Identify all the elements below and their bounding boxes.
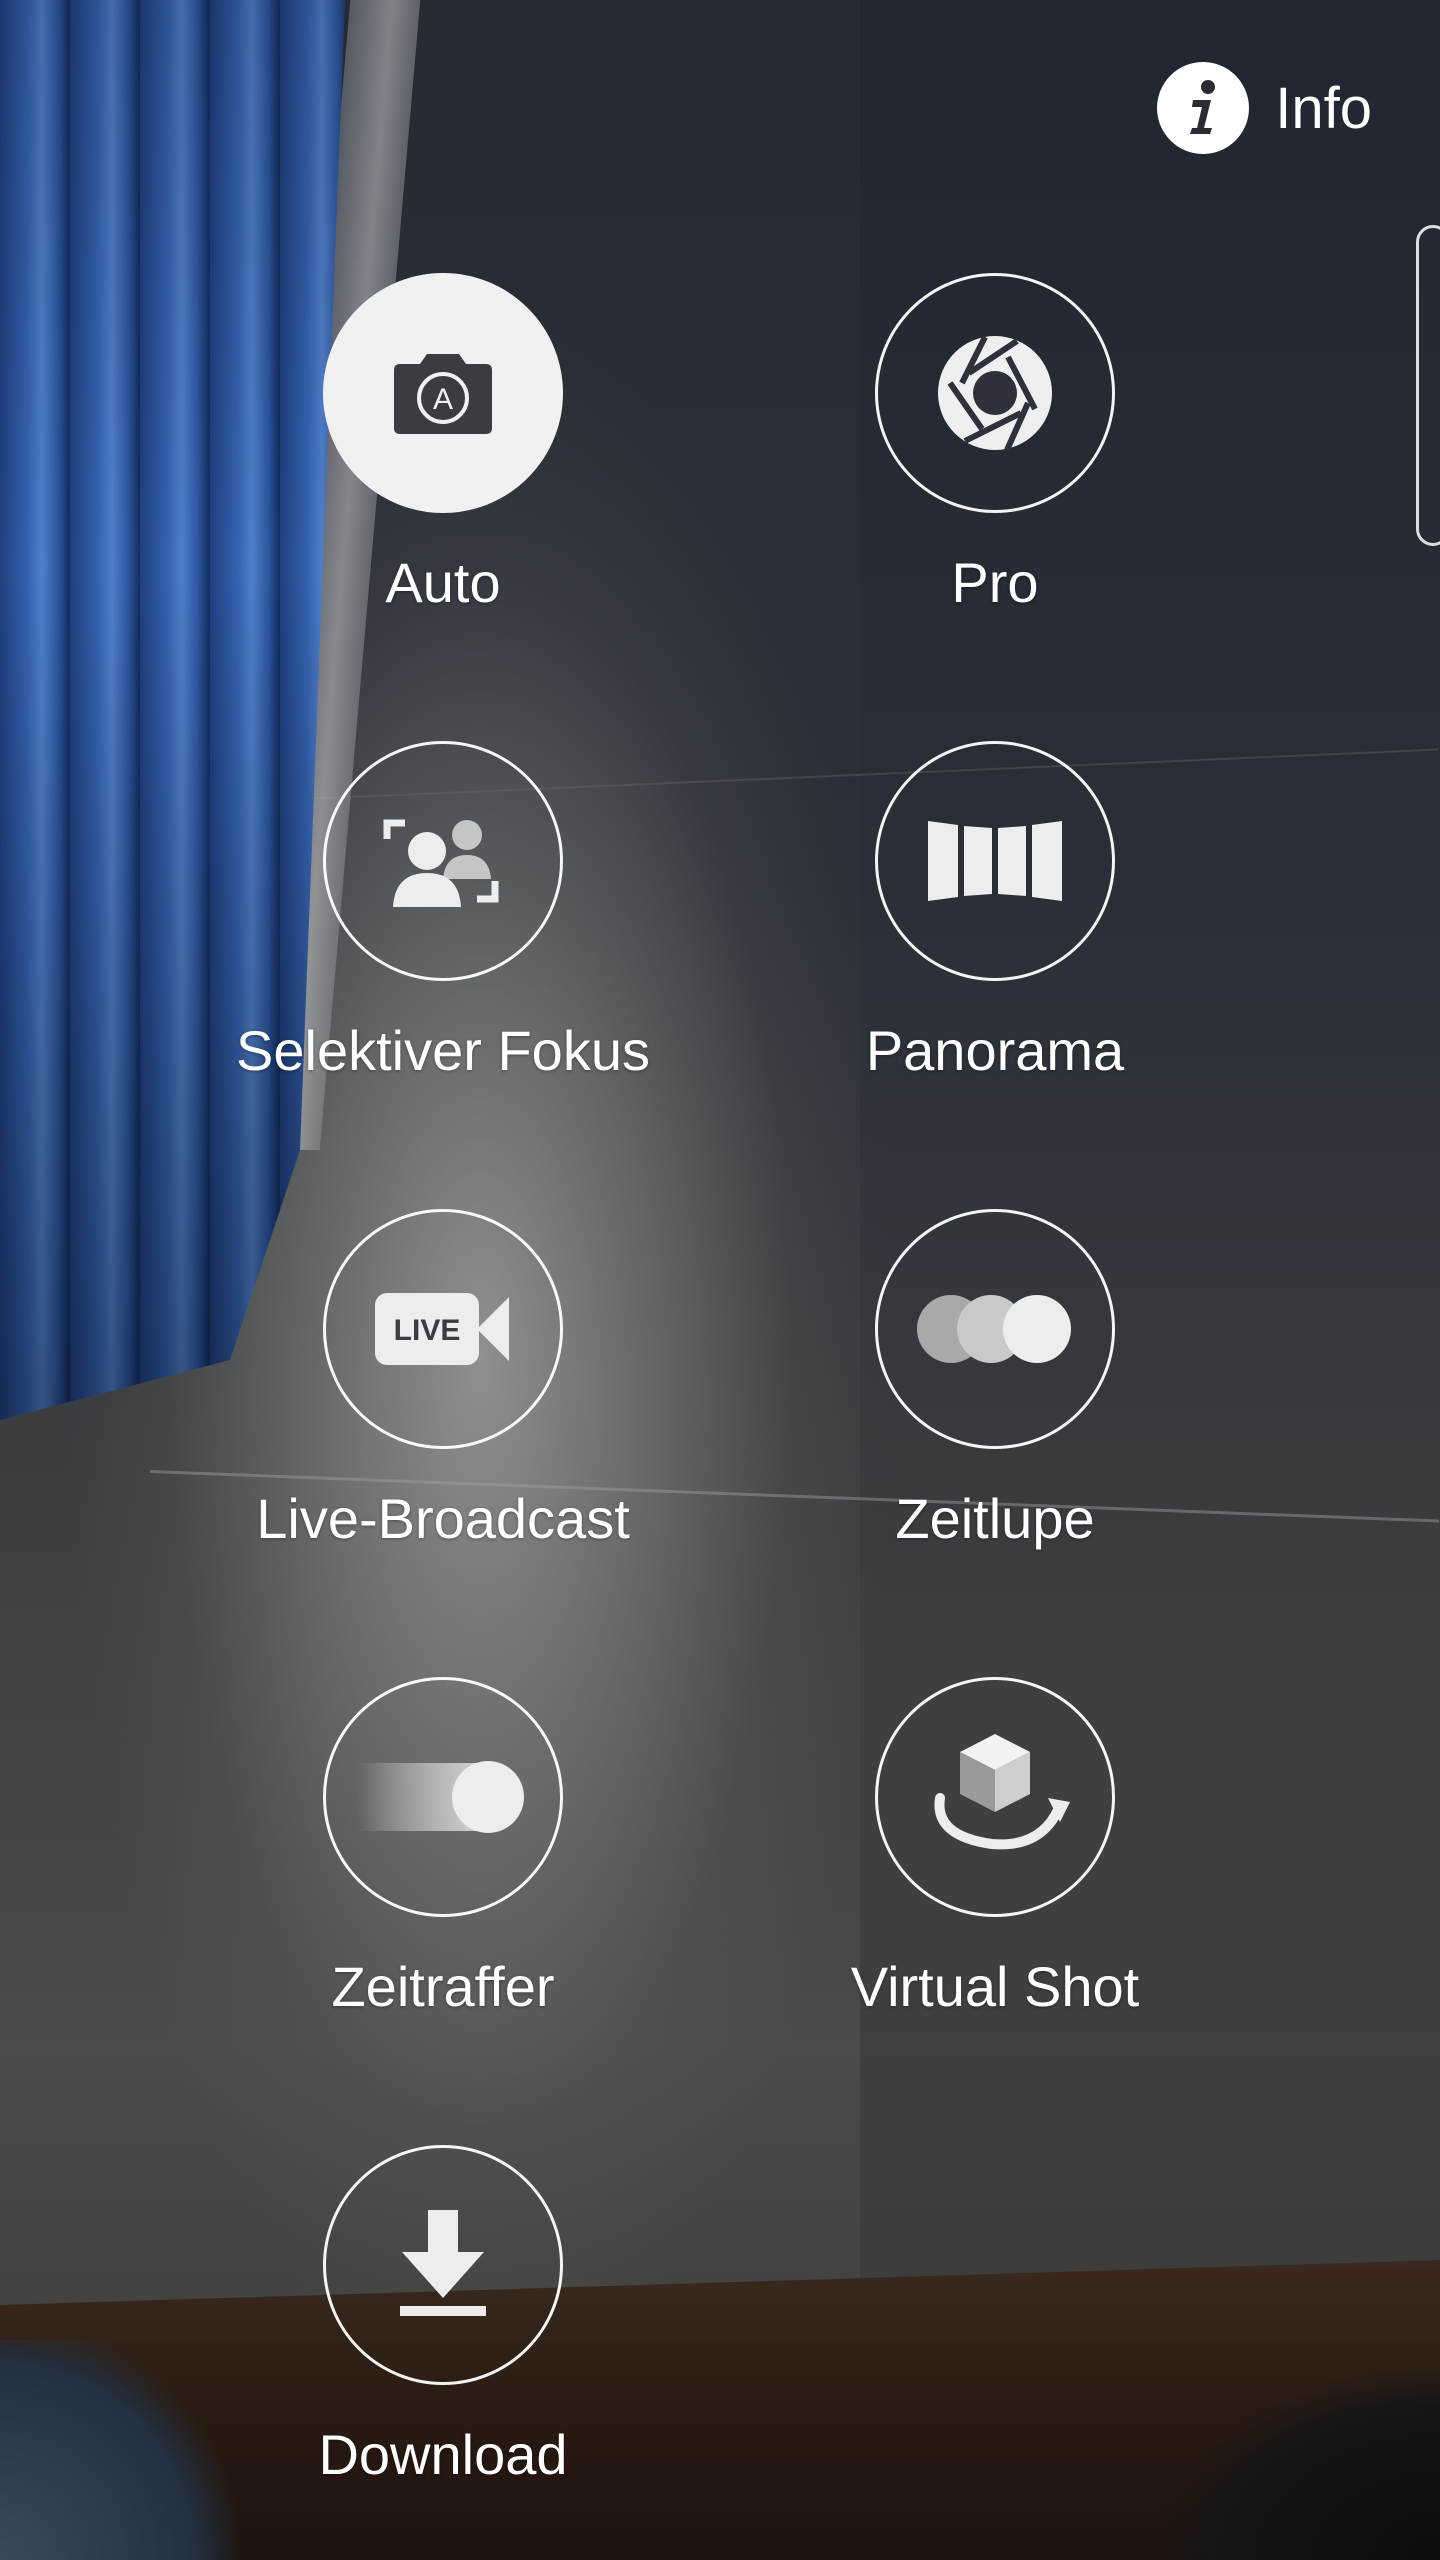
mode-virtual-shot[interactable]: Virtual Shot — [715, 1677, 1275, 2019]
mode-selective-focus-circle[interactable] — [323, 741, 563, 981]
mode-label: Selektiver Fokus — [236, 1019, 650, 1082]
live-video-icon: LIVE — [375, 1293, 509, 1365]
mode-panorama-circle[interactable] — [875, 741, 1115, 981]
mode-panorama[interactable]: Panorama — [715, 741, 1275, 1083]
virtual-shot-icon — [934, 1734, 1070, 1850]
mode-hyperlapse-circle[interactable] — [323, 1677, 563, 1917]
mode-label: Zeitlupe — [895, 1487, 1095, 1550]
mode-download-circle[interactable] — [323, 2145, 563, 2385]
mode-slow-motion[interactable]: Zeitlupe — [715, 1209, 1275, 1551]
edge-panel-handle[interactable] — [1416, 225, 1440, 546]
mode-label: Auto — [385, 551, 501, 614]
svg-text:A: A — [433, 383, 453, 416]
mode-virtual-shot-circle[interactable] — [875, 1677, 1115, 1917]
mode-auto-circle[interactable]: A — [323, 273, 563, 513]
info-label: Info — [1275, 75, 1372, 141]
download-icon — [400, 2210, 486, 2316]
mode-auto[interactable]: A Auto — [163, 273, 723, 615]
camera-auto-icon: A — [394, 354, 492, 434]
mode-live-broadcast-circle[interactable]: LIVE — [323, 1209, 563, 1449]
mode-live-broadcast[interactable]: LIVE Live-Broadcast — [163, 1209, 723, 1551]
mode-label: Zeitraffer — [331, 1955, 555, 2018]
mode-label: Download — [318, 2423, 568, 2486]
info-button[interactable]: Info — [1157, 62, 1372, 154]
mode-pro[interactable]: Pro — [715, 273, 1275, 615]
mode-slow-motion-circle[interactable] — [875, 1209, 1115, 1449]
mode-label: Live-Broadcast — [256, 1487, 630, 1550]
viewfinder-corner — [1160, 2370, 1440, 2560]
mode-hyperlapse[interactable]: Zeitraffer — [163, 1677, 723, 2019]
live-badge-text: LIVE — [394, 1314, 461, 1347]
selective-focus-icon — [383, 819, 499, 907]
hyperlapse-icon — [358, 1761, 524, 1833]
slow-motion-icon — [917, 1295, 1071, 1363]
mode-download[interactable]: Download — [163, 2145, 723, 2487]
info-icon — [1157, 62, 1250, 154]
mode-label: Virtual Shot — [850, 1955, 1140, 2018]
mode-pro-circle[interactable] — [875, 273, 1115, 513]
mode-label: Panorama — [865, 1019, 1125, 1082]
panorama-icon — [928, 821, 1062, 901]
mode-selective-focus[interactable]: Selektiver Fokus — [163, 741, 723, 1083]
aperture-icon — [938, 335, 1052, 452]
mode-label: Pro — [951, 551, 1039, 614]
